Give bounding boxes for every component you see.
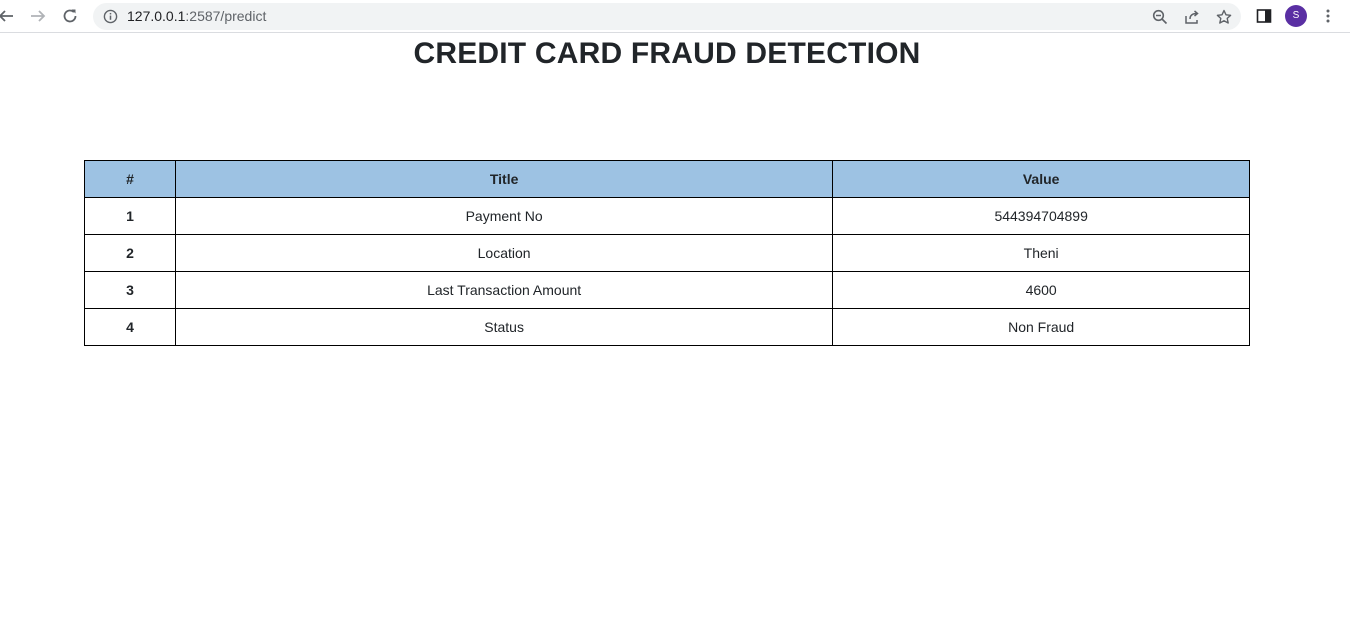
result-table: # Title Value 1 Payment No 544394704899 … — [84, 160, 1250, 346]
header-value: Value — [832, 160, 1250, 198]
row-value: Theni — [832, 234, 1250, 272]
row-number: 2 — [84, 234, 176, 272]
browser-toolbar: 127.0.0.1:2587/predict S — [0, 0, 1350, 33]
row-title: Status — [174, 308, 834, 346]
url-text[interactable]: 127.0.0.1:2587/predict — [127, 8, 266, 25]
row-title: Location — [174, 234, 834, 272]
table-row: 3 Last Transaction Amount 4600 — [84, 271, 1250, 309]
page-title: CREDIT CARD FRAUD DETECTION — [413, 37, 921, 70]
side-panel-icon[interactable] — [1253, 5, 1275, 27]
more-icon[interactable] — [1317, 5, 1339, 27]
table-row: 1 Payment No 544394704899 — [84, 197, 1250, 235]
avatar[interactable]: S — [1285, 5, 1307, 27]
row-number: 3 — [84, 271, 176, 309]
reload-icon[interactable] — [58, 4, 82, 28]
row-value: 4600 — [832, 271, 1250, 309]
url-host: 127.0.0.1 — [127, 8, 186, 24]
share-icon[interactable] — [1183, 8, 1200, 25]
url-path: :2587/predict — [185, 8, 267, 24]
table-header-row: # Title Value — [84, 160, 1250, 198]
table-row: 4 Status Non Fraud — [84, 308, 1250, 346]
row-title: Last Transaction Amount — [174, 271, 834, 309]
row-number: 4 — [84, 308, 176, 346]
zoom-icon[interactable] — [1151, 8, 1168, 25]
info-icon[interactable] — [103, 9, 118, 24]
address-bar[interactable]: 127.0.0.1:2587/predict — [93, 3, 1241, 30]
row-value: Non Fraud — [832, 308, 1250, 346]
row-title: Payment No — [174, 197, 834, 235]
header-title: Title — [174, 160, 834, 198]
header-number: # — [84, 160, 176, 198]
row-number: 1 — [84, 197, 176, 235]
back-icon[interactable] — [0, 4, 18, 28]
forward-icon[interactable] — [26, 4, 50, 28]
star-icon[interactable] — [1215, 8, 1232, 25]
table-row: 2 Location Theni — [84, 234, 1250, 272]
row-value: 544394704899 — [832, 197, 1250, 235]
